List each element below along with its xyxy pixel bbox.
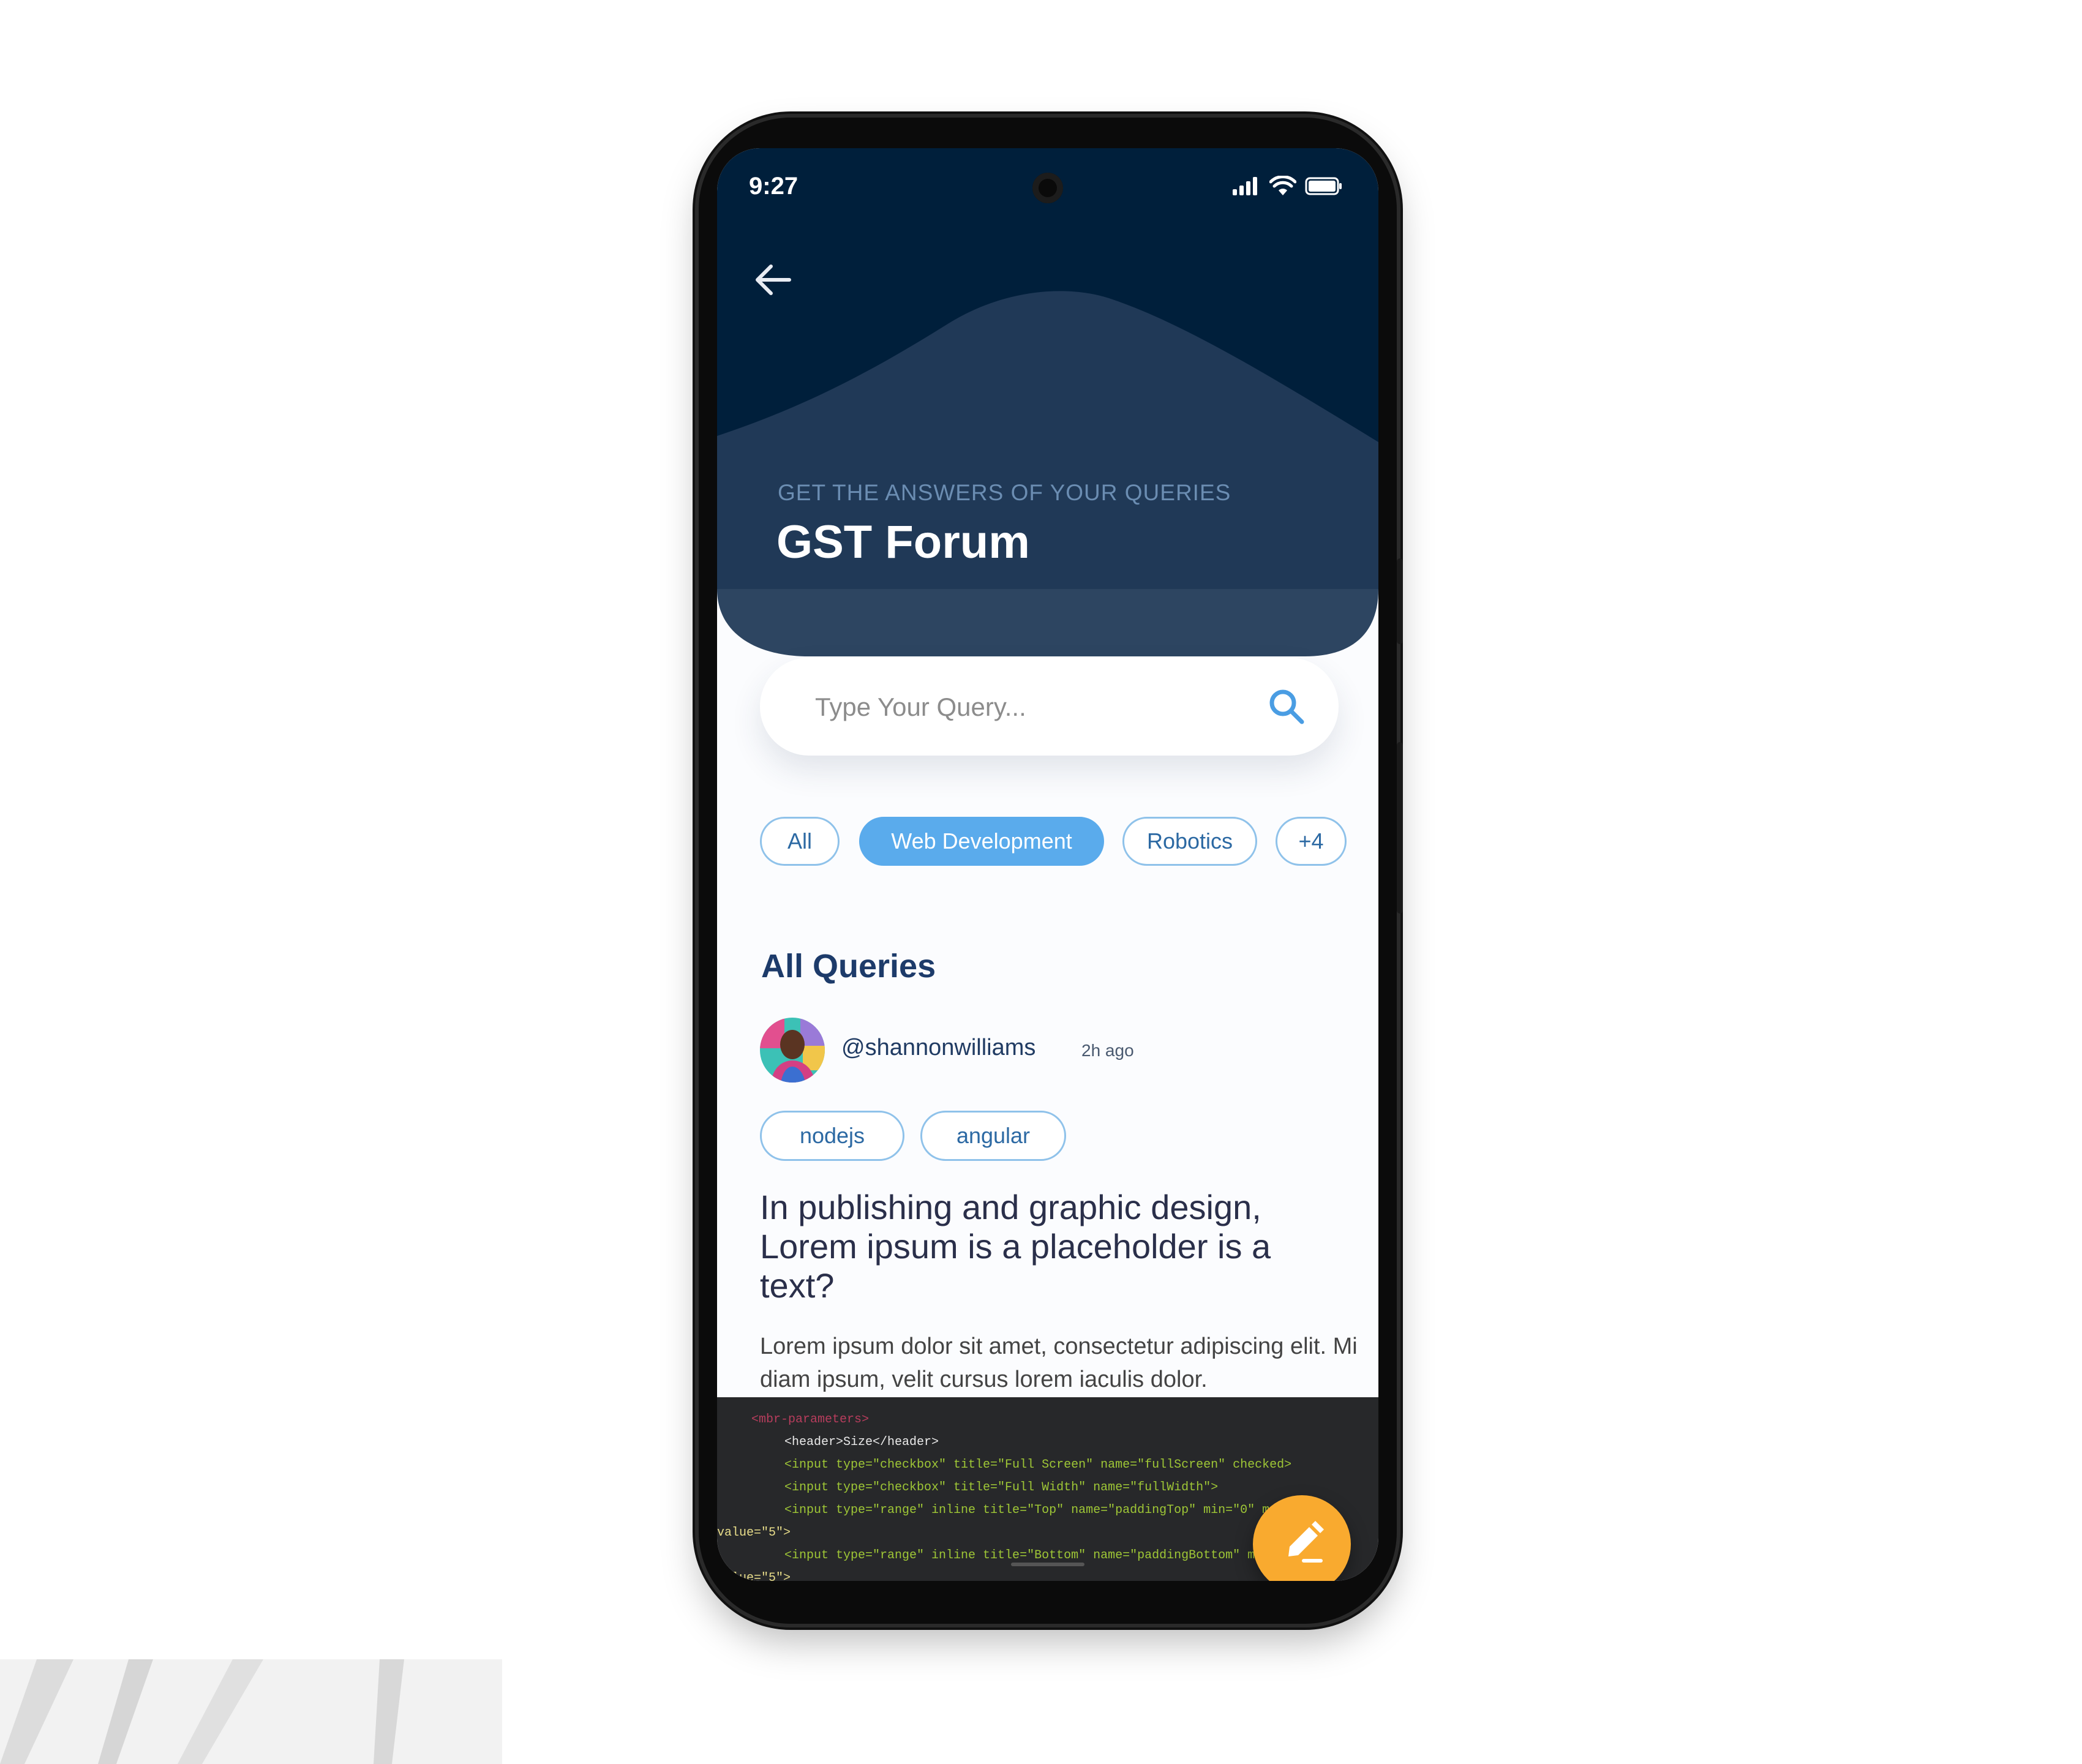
post-username[interactable]: @shannonwilliams: [841, 1035, 1035, 1061]
post-question[interactable]: In publishing and graphic design, Lorem …: [760, 1188, 1348, 1305]
tag-angular[interactable]: angular: [920, 1111, 1066, 1161]
header-subtitle: GET THE ANSWERS OF YOUR QUERIES: [778, 480, 1231, 505]
code-text: <input type="range" inline title="Top" n…: [784, 1503, 1321, 1517]
back-button[interactable]: [749, 255, 798, 304]
code-text: <mbr-parameters>: [751, 1413, 870, 1427]
search-bar: [760, 658, 1339, 756]
category-chip-more[interactable]: +4: [1276, 817, 1347, 866]
status-icons: [1231, 174, 1343, 198]
category-chip-all[interactable]: All: [760, 817, 840, 866]
code-line: <header>Size</header>: [784, 1431, 939, 1454]
category-chip-web-development[interactable]: Web Development: [859, 817, 1104, 866]
category-chip-robotics[interactable]: Robotics: [1122, 817, 1257, 866]
search-icon[interactable]: [1265, 685, 1308, 728]
code-text: value="5">: [717, 1526, 791, 1540]
code-text: value="5">: [717, 1571, 791, 1581]
volume-button: [1397, 742, 1403, 914]
code-line: <input type="checkbox" title="Full Scree…: [784, 1454, 1291, 1476]
status-bar: 9:27: [717, 148, 1378, 228]
header-wave: [717, 291, 1378, 656]
post-header: @shannonwilliams 2h ago: [760, 1018, 1311, 1085]
phone-frame: 9:27 GET THE ANSWERS OF YOUR QUERIES GST…: [699, 118, 1403, 1624]
edit-pencil-icon: [1288, 1521, 1324, 1563]
page-title: GST Forum: [776, 516, 1030, 568]
code-text: <input type="range" inline title="Bottom…: [784, 1548, 1329, 1563]
code-line: <input type="checkbox" title="Full Width…: [784, 1476, 1218, 1499]
post-timestamp: 2h ago: [1081, 1041, 1134, 1060]
screen: 9:27 GET THE ANSWERS OF YOUR QUERIES GST…: [717, 148, 1378, 1581]
signal-icon: [1233, 177, 1257, 195]
tag-nodejs[interactable]: nodejs: [760, 1111, 904, 1161]
front-camera: [1032, 173, 1063, 203]
code-line: value="5">: [717, 1522, 791, 1544]
battery-icon: [1305, 177, 1342, 195]
section-title: All Queries: [761, 948, 936, 985]
code-line: <mbr-parameters>: [751, 1408, 869, 1431]
code-text: <input type="checkbox" title="Full Scree…: [784, 1458, 1292, 1472]
search-input[interactable]: [814, 682, 1245, 732]
home-indicator: [1011, 1563, 1084, 1566]
compose-fab[interactable]: [1253, 1495, 1351, 1581]
avatar-image: [760, 1018, 825, 1083]
background-photo: [0, 1659, 502, 1764]
background-photo-fragment: [0, 1659, 502, 1764]
status-time: 9:27: [749, 173, 799, 200]
code-text: <input type="checkbox" title="Full Width…: [784, 1481, 1219, 1495]
arrow-left-icon: [756, 265, 791, 295]
post-body: Lorem ipsum dolor sit amet, consectetur …: [760, 1334, 1358, 1392]
avatar[interactable]: [760, 1018, 825, 1083]
code-text: <header>Size</header>: [784, 1435, 939, 1449]
code-line: <input type="range" inline title="Top" n…: [784, 1499, 1321, 1522]
code-line: value="5">: [717, 1567, 791, 1581]
power-button: [1397, 558, 1403, 644]
wifi-icon: [1269, 176, 1296, 195]
